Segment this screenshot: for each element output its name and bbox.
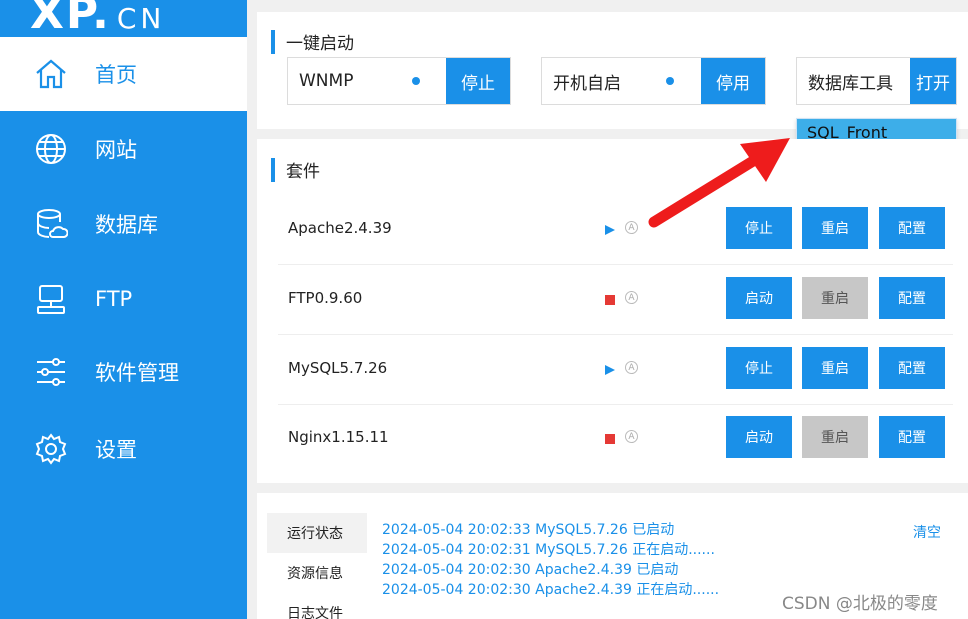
globe-icon (33, 131, 69, 167)
auto-icon: A (625, 291, 638, 304)
title-bar (271, 157, 275, 182)
table-row: FTP0.9.60 A 启动 重启 配置 (278, 267, 953, 335)
autostart-label-text: 开机自启 (553, 73, 621, 94)
logo-suffix: CN (116, 2, 166, 35)
wnmp-label: WNMP (288, 58, 446, 104)
dbtool-select[interactable]: 数据库工具 (808, 69, 893, 94)
logo: XP. CN (30, 0, 165, 39)
restart-button[interactable]: 重启 (802, 207, 868, 249)
restart-button[interactable]: 重启 (802, 347, 868, 389)
suites-title: 套件 (286, 162, 320, 182)
auto-icon: A (625, 221, 638, 234)
sliders-icon (33, 354, 69, 390)
sidebar-item-label: 软件管理 (95, 361, 179, 385)
dbtool-open-button[interactable]: 打开 (910, 58, 956, 104)
restart-button: 重启 (802, 277, 868, 319)
section-title: 套件 (271, 157, 320, 182)
sidebar-item-label: 设置 (95, 438, 137, 462)
suite-name: FTP0.9.60 (288, 289, 363, 307)
auto-icon: A (625, 361, 638, 374)
table-row: Apache2.4.39 A 停止 重启 配置 (278, 197, 953, 265)
sidebar-item-settings[interactable]: 设置 (0, 412, 247, 486)
sidebar-item-label: 数据库 (95, 213, 158, 237)
table-row: MySQL5.7.26 A 停止 重启 配置 (278, 337, 953, 405)
logo-text: XP. (30, 0, 111, 39)
restart-button: 重启 (802, 416, 868, 458)
log-list: 2024-05-04 20:02:33 MySQL5.7.26 已启动 2024… (382, 520, 719, 600)
sidebar-item-label: 首页 (95, 63, 137, 87)
status-dot (666, 77, 674, 85)
section-title: 一键启动 (271, 29, 354, 54)
sidebar-item-label: 网站 (95, 138, 137, 162)
status-tabs: 运行状态 资源信息 日志文件 (267, 513, 367, 619)
autostart-disable-button[interactable]: 停用 (701, 58, 765, 104)
dbtool-label[interactable]: 数据库工具 (797, 58, 910, 104)
sidebar-item-website[interactable]: 网站 (0, 112, 247, 186)
sidebar-item-software[interactable]: 软件管理 (0, 335, 247, 409)
autostart-control: 开机自启 停用 (541, 57, 766, 105)
quickstart-title: 一键启动 (286, 34, 354, 54)
table-row: Nginx1.15.11 A 启动 重启 配置 (278, 406, 953, 474)
log-line: 2024-05-04 20:02:31 MySQL5.7.26 正在启动....… (382, 542, 715, 558)
home-icon (33, 56, 69, 92)
sidebar-item-ftp[interactable]: FTP (0, 262, 247, 336)
suite-name: MySQL5.7.26 (288, 359, 388, 377)
title-bar (271, 29, 275, 54)
dbtool-control: 数据库工具 打开 (796, 57, 957, 105)
config-button[interactable]: 配置 (879, 277, 945, 319)
wnmp-label-text: WNMP (299, 71, 354, 91)
sidebar-item-home[interactable]: 首页 (0, 37, 247, 111)
tab-log-files[interactable]: 日志文件 (267, 593, 367, 619)
sidebar: XP. CN 首页 网站 数据库 FTP 软件管理 设置 (0, 0, 247, 619)
clear-button[interactable]: 清空 (913, 522, 941, 542)
wnmp-control: WNMP 停止 (287, 57, 511, 105)
log-line: 2024-05-04 20:02:30 Apache2.4.39 正在启动...… (382, 582, 720, 598)
config-button[interactable]: 配置 (879, 347, 945, 389)
sidebar-item-label: FTP (95, 287, 133, 311)
stop-icon (605, 295, 615, 305)
monitor-icon (33, 281, 69, 317)
watermark: CSDN @北极的零度 (782, 594, 938, 614)
play-icon (605, 365, 615, 375)
suite-name: Apache2.4.39 (288, 219, 392, 237)
wnmp-stop-button[interactable]: 停止 (446, 58, 510, 104)
sidebar-item-database[interactable]: 数据库 (0, 187, 247, 261)
tab-run-status[interactable]: 运行状态 (267, 513, 367, 553)
database-icon (33, 206, 69, 242)
autostart-label: 开机自启 (542, 58, 701, 104)
config-button[interactable]: 配置 (879, 207, 945, 249)
log-line: 2024-05-04 20:02:30 Apache2.4.39 已启动 (382, 562, 679, 578)
gear-icon (33, 431, 69, 467)
start-button[interactable]: 启动 (726, 416, 792, 458)
stop-button[interactable]: 停止 (726, 347, 792, 389)
status-dot (412, 77, 420, 85)
stop-icon (605, 434, 615, 444)
start-button[interactable]: 启动 (726, 277, 792, 319)
suite-name: Nginx1.15.11 (288, 428, 389, 446)
play-icon (605, 225, 615, 235)
auto-icon: A (625, 430, 638, 443)
config-button[interactable]: 配置 (879, 416, 945, 458)
log-line: 2024-05-04 20:02:33 MySQL5.7.26 已启动 (382, 522, 675, 538)
annotation-arrow-icon (648, 138, 790, 228)
tab-resource-info[interactable]: 资源信息 (267, 553, 367, 593)
